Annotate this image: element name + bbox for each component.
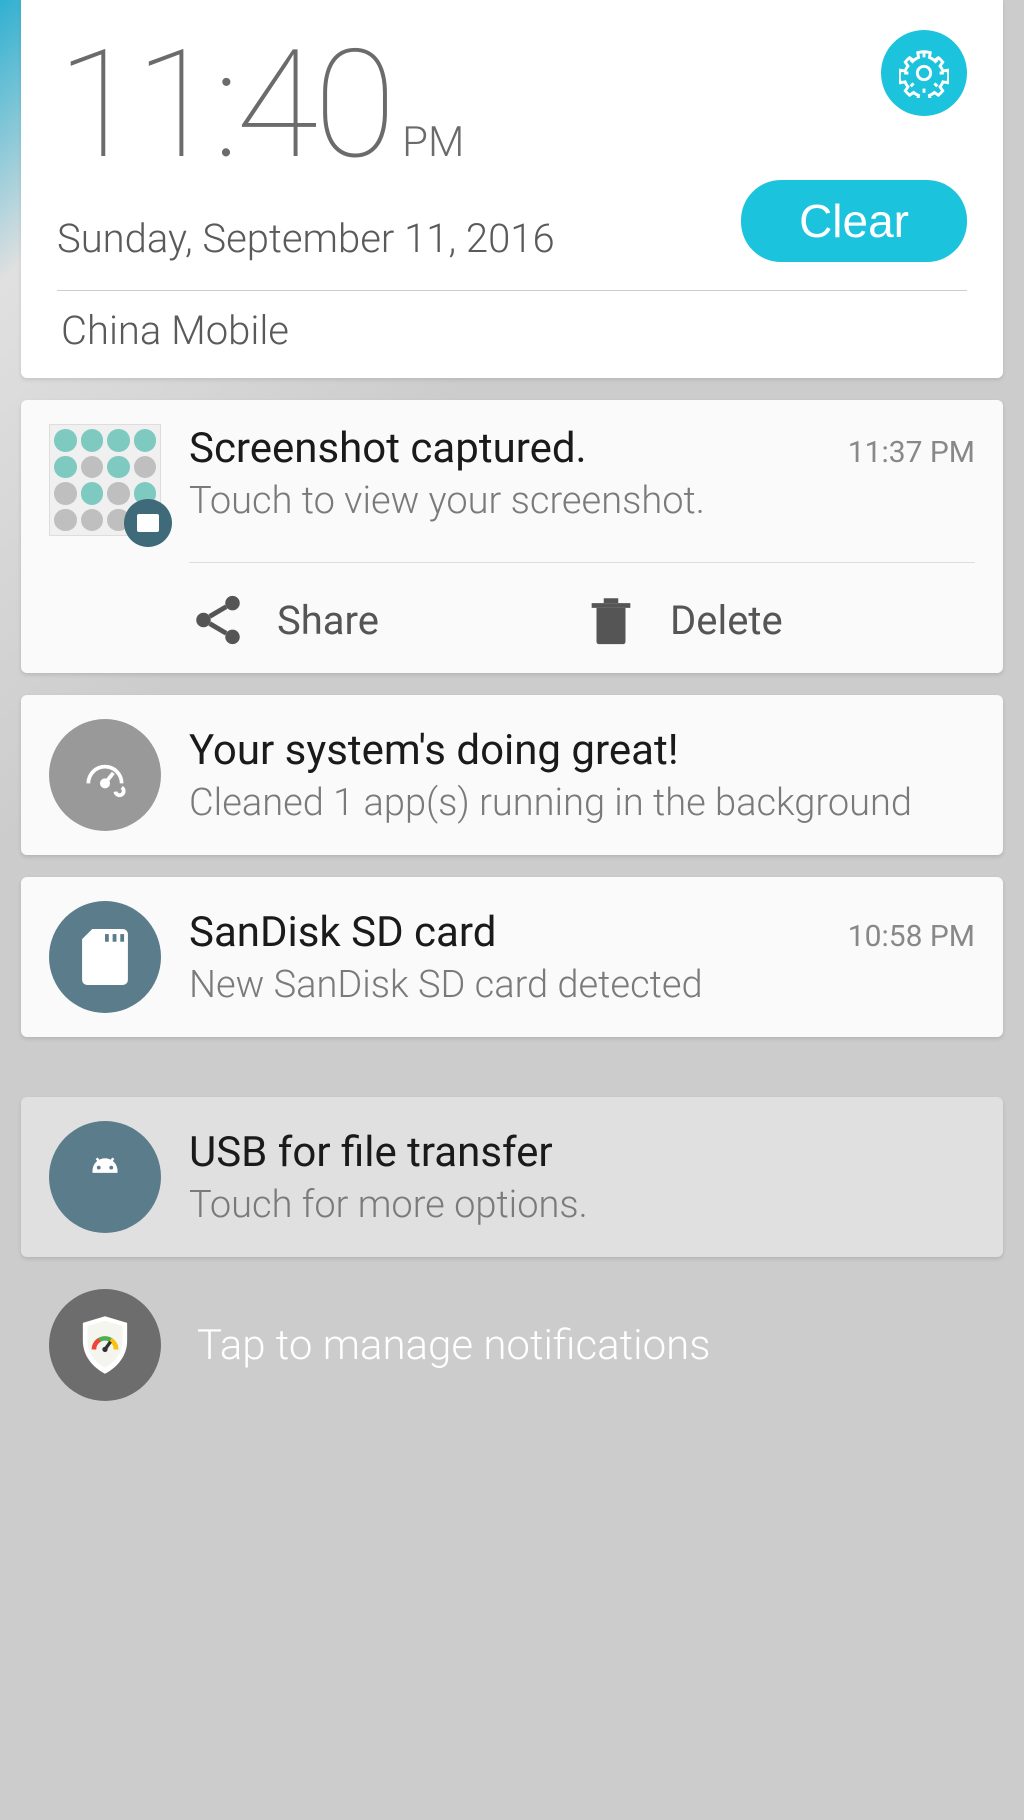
settings-button[interactable] (881, 30, 967, 116)
system-icon (49, 719, 161, 831)
notification-body: SanDisk SD card 10:58 PM New SanDisk SD … (189, 908, 975, 1007)
clock-time: 11:40 (57, 30, 392, 180)
notification-system[interactable]: Your system's doing great! Cleaned 1 app… (21, 695, 1003, 855)
gear-icon (899, 48, 949, 98)
manage-circle (49, 1289, 161, 1401)
notification-time: 11:37 PM (848, 435, 975, 470)
notification-body: USB for file transfer Touch for more opt… (189, 1128, 975, 1227)
notification-subtitle: Touch to view your screenshot. (189, 479, 975, 523)
section-gap (21, 1037, 1003, 1075)
notification-title: USB for file transfer (189, 1128, 975, 1177)
notification-row: SanDisk SD card 10:58 PM New SanDisk SD … (49, 901, 975, 1013)
delete-button[interactable]: Delete (582, 591, 975, 649)
notification-subtitle: Cleaned 1 app(s) running in the backgrou… (189, 781, 975, 825)
notification-row: USB for file transfer Touch for more opt… (49, 1121, 975, 1233)
notification-row: Screenshot captured. 11:37 PM Touch to v… (49, 424, 975, 536)
header-card: 11:40 PM Sunday, September 11, 2016 Clea… (21, 0, 1003, 378)
notification-title: SanDisk SD card (189, 908, 496, 957)
notification-sdcard[interactable]: SanDisk SD card 10:58 PM New SanDisk SD … (21, 877, 1003, 1037)
speedometer-icon (80, 750, 130, 800)
sdcard-icon (82, 929, 128, 985)
clear-button[interactable]: Clear (741, 180, 967, 262)
delete-label: Delete (670, 597, 783, 644)
notification-subtitle: New SanDisk SD card detected (189, 963, 975, 1007)
notification-title-row: SanDisk SD card 10:58 PM (189, 908, 975, 957)
usb-circle (49, 1121, 161, 1233)
notification-subtitle: Touch for more options. (189, 1183, 975, 1227)
carrier-label: China Mobile (57, 307, 967, 358)
share-label: Share (277, 597, 379, 644)
notification-shade: 11:40 PM Sunday, September 11, 2016 Clea… (0, 0, 1024, 1433)
time-block: 11:40 PM (57, 30, 464, 180)
image-badge-icon (124, 499, 172, 547)
notification-body: Your system's doing great! Cleaned 1 app… (189, 726, 975, 825)
android-icon (80, 1152, 130, 1202)
notification-usb[interactable]: USB for file transfer Touch for more opt… (21, 1097, 1003, 1257)
clock-ampm: PM (402, 118, 464, 167)
sdcard-circle (49, 901, 161, 1013)
trash-icon (582, 591, 640, 649)
notification-title: Your system's doing great! (189, 726, 975, 775)
header-right (881, 30, 967, 116)
shield-icon (78, 1314, 132, 1376)
notification-row: Your system's doing great! Cleaned 1 app… (49, 719, 975, 831)
screenshot-thumbnail (49, 424, 161, 536)
notification-body: Screenshot captured. 11:37 PM Touch to v… (189, 424, 975, 523)
header-top-row: 11:40 PM (57, 30, 967, 180)
manage-notifications-button[interactable]: Tap to manage notifications (21, 1257, 1003, 1433)
notification-title: Screenshot captured. (189, 424, 587, 473)
date-label: Sunday, September 11, 2016 (57, 215, 555, 262)
header-divider (57, 290, 967, 291)
notification-screenshot[interactable]: Screenshot captured. 11:37 PM Touch to v… (21, 400, 1003, 673)
notification-actions: Share Delete (189, 562, 975, 649)
share-button[interactable]: Share (189, 591, 582, 649)
notification-title-row: Screenshot captured. 11:37 PM (189, 424, 975, 473)
manage-label: Tap to manage notifications (197, 1321, 711, 1370)
share-icon (189, 591, 247, 649)
notification-time: 10:58 PM (848, 919, 975, 954)
